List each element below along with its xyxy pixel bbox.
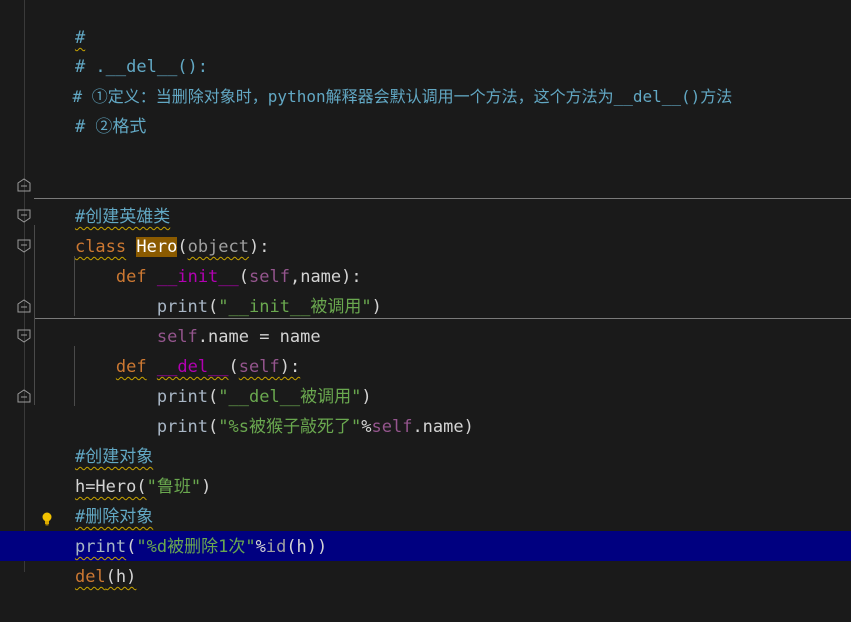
code-line[interactable]: print("%d被删除1次"%id(h)) bbox=[34, 502, 851, 557]
code-line[interactable]: del(h) bbox=[34, 532, 851, 587]
fold-marker-icon[interactable] bbox=[17, 329, 31, 343]
editor-gutter[interactable] bbox=[0, 0, 25, 572]
fold-marker-icon[interactable] bbox=[17, 389, 31, 403]
code-line[interactable]: print("__init__被调用") bbox=[34, 262, 851, 317]
code-line[interactable]: h=Hero("鲁班") bbox=[34, 442, 851, 497]
code-line[interactable]: # ①定义：当删除对象时，python解释器会默认调用一个方法，这个方法为__d… bbox=[34, 52, 851, 106]
fold-marker-icon[interactable] bbox=[17, 239, 31, 253]
code-line[interactable]: print("%s被猴子敲死了"%self.name) bbox=[34, 382, 851, 437]
fold-marker-icon[interactable] bbox=[17, 209, 31, 223]
fold-marker-icon[interactable] bbox=[17, 299, 31, 313]
code-editor[interactable]: # # .__del__(): # ①定义：当删除对象时，python解释器会默… bbox=[0, 0, 851, 587]
expression: (h) bbox=[105, 567, 137, 587]
code-line[interactable]: # ②格式 bbox=[34, 82, 851, 137]
code-line[interactable]: # .__del__(): bbox=[34, 22, 851, 77]
comment-text: # ②格式 bbox=[74, 117, 147, 137]
code-line[interactable]: #创建英雄类 bbox=[34, 172, 851, 227]
fold-marker-icon[interactable] bbox=[17, 178, 31, 192]
code-line[interactable]: # bbox=[34, 0, 851, 48]
lightbulb-icon[interactable] bbox=[42, 512, 52, 526]
code-line[interactable]: class Hero(object): bbox=[34, 202, 851, 257]
code-line[interactable]: print("__del__被调用") bbox=[34, 352, 851, 407]
code-line[interactable]: def __del__(self): bbox=[34, 322, 851, 377]
code-line[interactable]: self.name = name bbox=[34, 292, 851, 347]
code-line[interactable]: #删除对象 bbox=[34, 472, 851, 527]
keyword-del: del bbox=[74, 567, 106, 587]
code-line[interactable]: def __init__(self,name): bbox=[34, 232, 851, 287]
code-line[interactable]: #创建对象 bbox=[34, 412, 851, 467]
